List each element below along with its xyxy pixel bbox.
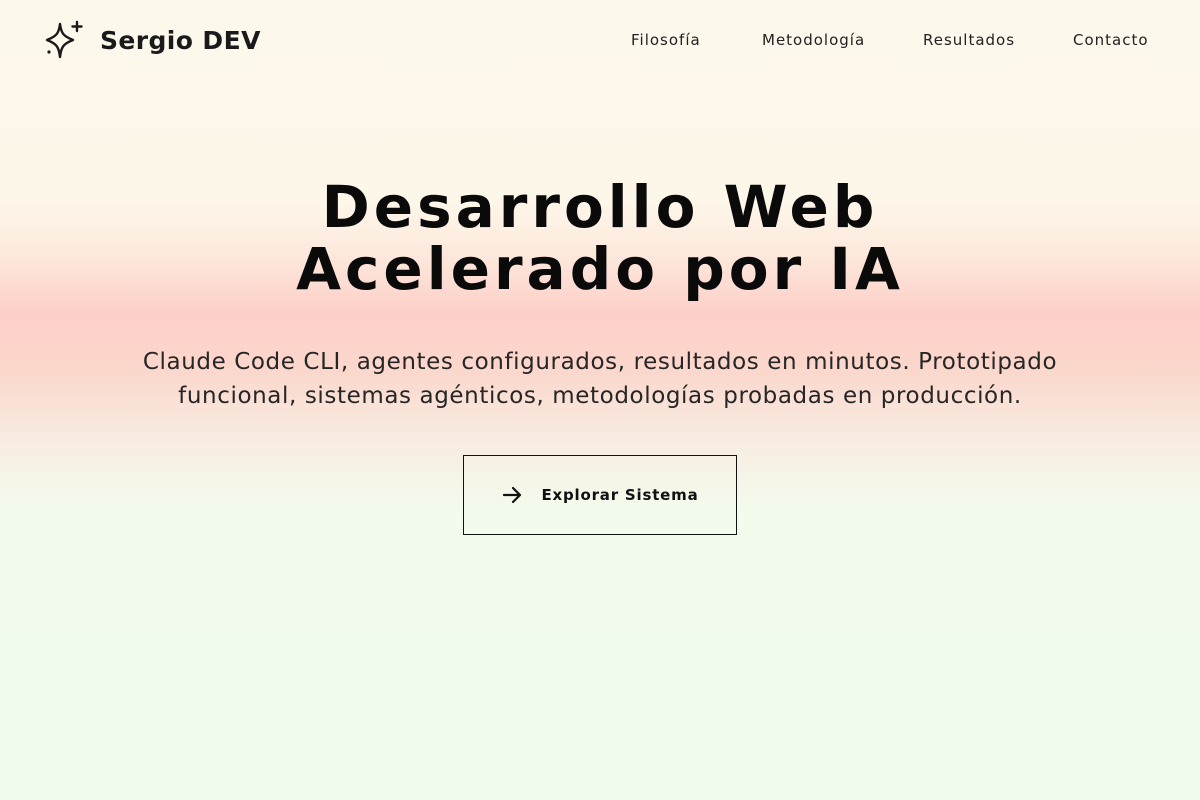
hero-subtitle: Claude Code CLI, agentes configurados, r…: [60, 345, 1140, 413]
explore-system-label: Explorar Sistema: [541, 486, 699, 504]
hero-title-line-1: Desarrollo Web: [321, 173, 879, 241]
nav-link-metodologia[interactable]: Metodología: [762, 30, 865, 50]
sparkle-icon: [45, 20, 83, 59]
explore-system-button[interactable]: Explorar Sistema: [463, 455, 737, 535]
brand-name: Sergio DEV: [100, 25, 261, 55]
top-navigation: Sergio DEV Filosofía Metodología Resulta…: [0, 0, 1200, 80]
brand-logo-link[interactable]: Sergio DEV: [43, 19, 261, 61]
hero-title: Desarrollo Web Acelerado por IA: [0, 176, 1200, 300]
arrow-right-icon: [503, 486, 522, 504]
nav-link-filosofia[interactable]: Filosofía: [631, 30, 701, 50]
nav-link-resultados[interactable]: Resultados: [923, 30, 1015, 50]
hero-title-line-2: Acelerado por IA: [296, 235, 904, 303]
hero-subtitle-line-1: Claude Code CLI, agentes configurados, r…: [142, 349, 1058, 375]
nav-link-contacto[interactable]: Contacto: [1073, 30, 1149, 50]
hero-subtitle-line-2: funcional, sistemas agénticos, metodolog…: [178, 383, 1022, 409]
